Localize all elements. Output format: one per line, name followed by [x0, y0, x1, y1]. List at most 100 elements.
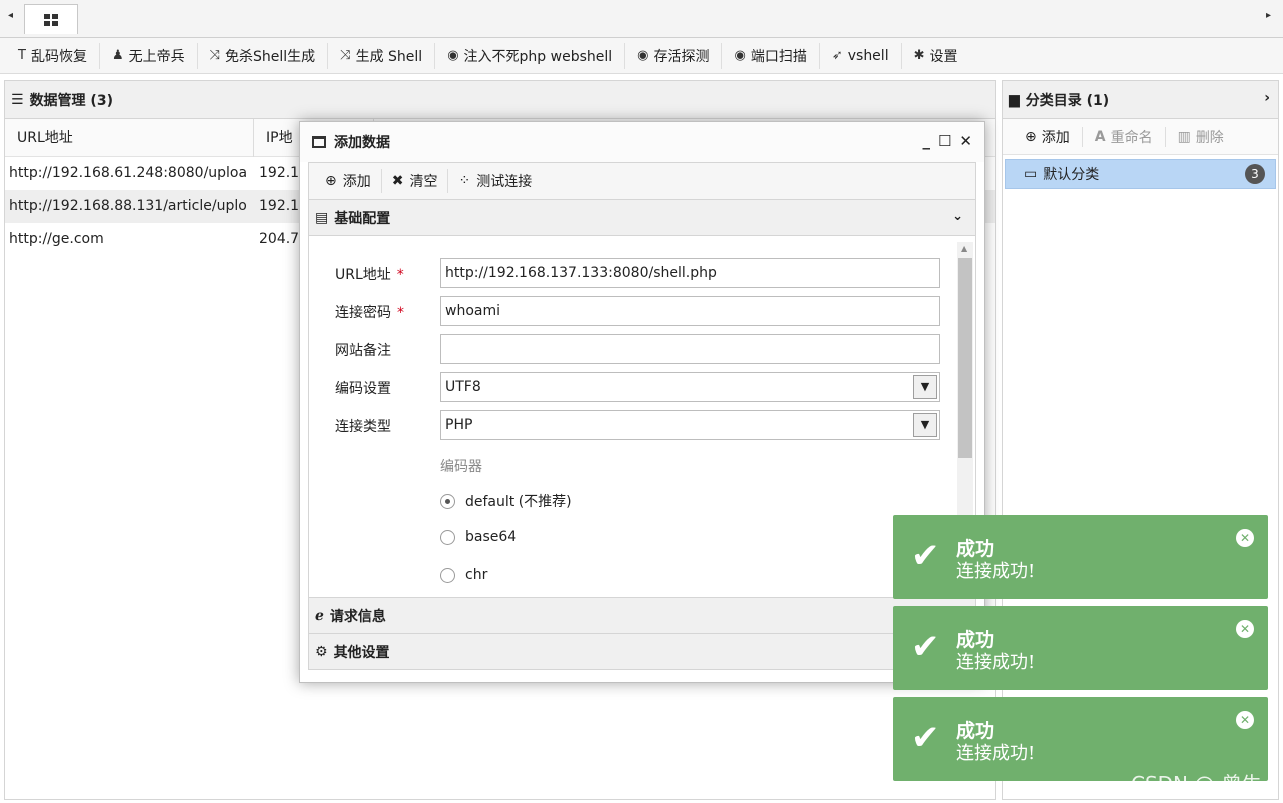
- toolbar-alive-detect-button[interactable]: ◉ 存活探测: [625, 42, 723, 69]
- encoder-option-base64[interactable]: base64: [440, 529, 516, 545]
- toolbar-inject-webshell-button[interactable]: ◉ 注入不死php webshell: [435, 42, 626, 69]
- category-rename-button[interactable]: A 重命名: [1083, 126, 1166, 147]
- toolbar-item-label: 无上帝兵: [128, 48, 185, 65]
- dialog-add-button[interactable]: ⊕ 添加: [315, 169, 382, 193]
- toolbar-evasion-shell-button[interactable]: ⤨ 免杀Shell生成: [198, 42, 329, 69]
- toolbar-item-label: vshell: [847, 47, 889, 64]
- required-mark: *: [396, 267, 404, 283]
- encoding-label: 编码设置: [335, 381, 391, 397]
- toolbar-generate-shell-button[interactable]: ⤨ 生成 Shell: [328, 42, 436, 69]
- plus-circle-icon: ⊕: [325, 173, 337, 189]
- connection-type-select[interactable]: PHP ▼: [440, 410, 940, 440]
- tab-home[interactable]: [24, 4, 78, 34]
- radio-icon[interactable]: [440, 529, 455, 545]
- checkmark-icon: ✔: [911, 627, 940, 667]
- toolbar-item-label: 注入不死php webshell: [463, 48, 613, 65]
- password-input[interactable]: whoami: [440, 296, 940, 326]
- connection-type-label: 连接类型: [335, 419, 391, 435]
- panel-title: 数据管理 (3): [29, 92, 113, 109]
- chevron-right-icon[interactable]: ›: [1264, 90, 1270, 106]
- cell-url: http://192.168.61.248:8080/uploa: [9, 165, 248, 181]
- gears-icon: ⚙: [315, 643, 328, 660]
- toast-message: 连接成功!: [956, 561, 1036, 582]
- encoder-option-default[interactable]: default (不推荐): [440, 491, 572, 511]
- dialog-clear-label: 清空: [409, 174, 438, 190]
- category-add-button[interactable]: ⊕ 添加: [1013, 126, 1083, 147]
- plus-circle-icon: ⊕: [1025, 128, 1037, 145]
- category-delete-button[interactable]: ▥ 删除: [1166, 127, 1236, 147]
- panel-header: ☰ 数据管理 (3): [5, 81, 995, 119]
- checkmark-icon: ✔: [911, 718, 940, 758]
- url-label: URL地址 *: [335, 264, 404, 284]
- radio-icon[interactable]: [440, 567, 455, 583]
- success-toast: ✔ 成功 连接成功! ✕: [893, 606, 1268, 690]
- category-item-default[interactable]: ▭ 默认分类 3: [1005, 159, 1276, 189]
- dialog-clear-button[interactable]: ✖ 清空: [382, 169, 449, 193]
- accordion-title: 请求信息: [329, 608, 386, 625]
- chevron-down-icon[interactable]: ▼: [913, 413, 937, 437]
- column-header-url[interactable]: URL地址: [5, 119, 254, 157]
- note-input[interactable]: [440, 334, 940, 364]
- toolbar-supreme-soldier-button[interactable]: ♟ 无上帝兵: [100, 42, 198, 69]
- x-icon: ✖: [391, 173, 404, 189]
- category-add-label: 添加: [1041, 129, 1070, 146]
- chevron-down-icon: ⌄: [952, 209, 963, 224]
- window-controls: _ ☐ ✕: [922, 132, 972, 150]
- document-icon: ▤: [315, 209, 329, 226]
- eye-icon: ◉: [734, 48, 746, 63]
- dialog-test-connection-button[interactable]: ⁘ 测试连接: [448, 169, 542, 193]
- dialog-title: 添加数据: [334, 135, 390, 151]
- accordion-title: 其他设置: [333, 644, 390, 661]
- person-icon: ♟: [111, 48, 124, 63]
- add-data-dialog: 添加数据 _ ☐ ✕ ⊕ 添加 ✖ 清空 ⁘ 测试连接 ▤ 基础配置 ⌄ URL…: [299, 121, 985, 683]
- tab-scroll-left-button[interactable]: ◂: [8, 10, 13, 21]
- tab-scroll-right-button[interactable]: ▸: [1266, 10, 1271, 21]
- password-label: 连接密码 *: [335, 302, 404, 322]
- url-input[interactable]: http://192.168.137.133:8080/shell.php: [440, 258, 940, 288]
- tab-strip: ◂ ▸: [0, 0, 1283, 38]
- shuffle-icon: ⤨: [209, 48, 221, 63]
- rocket-icon: ➶: [831, 48, 843, 63]
- toolbar-item-label: 免杀Shell生成: [225, 48, 316, 65]
- encoding-select[interactable]: UTF8 ▼: [440, 372, 940, 402]
- connection-type-value: PHP: [445, 417, 473, 433]
- category-panel-title: 分类目录 (1): [1025, 92, 1110, 109]
- accordion-title: 基础配置: [334, 210, 391, 227]
- dialog-titlebar[interactable]: 添加数据 _ ☐ ✕: [300, 122, 984, 162]
- url-label-text: URL地址: [335, 267, 391, 283]
- basic-config-form: URL地址 * http://192.168.137.133:8080/shell…: [308, 236, 976, 598]
- note-label: 网站备注: [335, 343, 391, 359]
- close-icon[interactable]: ✕: [1236, 529, 1254, 547]
- scrollbar-thumb[interactable]: [958, 258, 972, 458]
- toolbar-vshell-button[interactable]: ➶ vshell: [820, 42, 902, 69]
- text-cursor-icon: T: [18, 48, 26, 63]
- category-item-label: 默认分类: [1043, 167, 1100, 183]
- category-panel-header: ▆ 分类目录 (1) ›: [1003, 81, 1278, 119]
- maximize-icon[interactable]: ☐: [938, 132, 951, 150]
- scroll-up-icon[interactable]: ▲: [961, 244, 967, 253]
- eye-icon: ◉: [447, 48, 459, 63]
- success-toast: ✔ 成功 连接成功! ✕: [893, 515, 1268, 599]
- radio-selected-icon[interactable]: [440, 493, 455, 509]
- toolbar-garbled-recovery-button[interactable]: T 乱码恢复: [6, 42, 100, 69]
- accordion-other-settings[interactable]: ⚙ 其他设置: [308, 634, 976, 670]
- list-icon: ☰: [11, 91, 24, 108]
- folder-open-icon: ▭: [1024, 166, 1038, 182]
- toolbar-port-scan-button[interactable]: ◉ 端口扫描: [722, 42, 820, 69]
- main-toolbar: T 乱码恢复 ♟ 无上帝兵 ⤨ 免杀Shell生成 ⤨ 生成 Shell ◉ 注…: [0, 38, 1283, 74]
- minimize-icon[interactable]: _: [922, 132, 930, 150]
- accordion-basic-config[interactable]: ▤ 基础配置 ⌄: [308, 200, 976, 236]
- font-icon: A: [1094, 128, 1106, 145]
- encoder-option-chr[interactable]: chr: [440, 567, 487, 583]
- toolbar-item-label: 生成 Shell: [355, 48, 423, 65]
- close-icon[interactable]: ✕: [959, 132, 972, 150]
- toolbar-item-label: 存活探测: [653, 48, 710, 65]
- dialog-add-label: 添加: [342, 174, 371, 190]
- close-icon[interactable]: ✕: [1236, 620, 1254, 638]
- category-rename-label: 重命名: [1110, 129, 1153, 146]
- chevron-down-icon[interactable]: ▼: [913, 375, 937, 399]
- checkmark-icon: ✔: [911, 536, 940, 576]
- accordion-request-info[interactable]: ℯ 请求信息: [308, 598, 976, 634]
- close-icon[interactable]: ✕: [1236, 711, 1254, 729]
- toolbar-settings-button[interactable]: ✱ 设置: [902, 43, 970, 69]
